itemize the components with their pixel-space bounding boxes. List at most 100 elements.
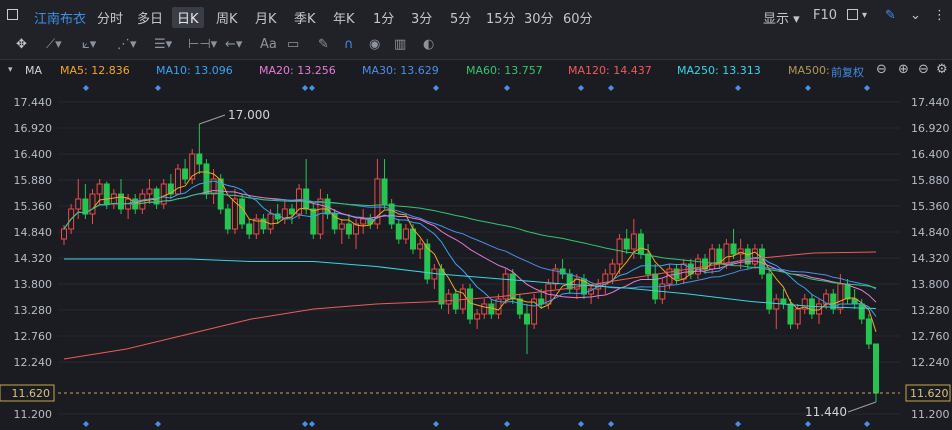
event-marker: [302, 85, 308, 91]
y-tick-right: 12.240: [911, 356, 950, 369]
candle-body: [780, 298, 787, 305]
candle-body: [787, 303, 794, 325]
pen-icon[interactable]: ✎: [885, 8, 896, 23]
candle-body: [174, 168, 181, 195]
candle-body: [723, 243, 730, 265]
magnet-icon[interactable]: ∩: [344, 37, 354, 52]
ma120-label: MA120: 14.437: [568, 64, 652, 77]
candle-body: [417, 243, 424, 250]
period-tab-weekly[interactable]: 周K: [216, 8, 238, 27]
ma10-label: MA10: 13.096: [156, 64, 233, 77]
y-tick-right: 16.920: [911, 122, 950, 135]
sidebar-toggle-icon[interactable]: [7, 9, 18, 20]
min-price-label: 11.440: [805, 405, 847, 419]
range-tool-icon[interactable]: ⊢⊣▾: [188, 37, 217, 52]
candle-body: [630, 233, 637, 250]
candle-body: [345, 223, 352, 235]
candle-body: [516, 298, 523, 315]
period-tab-1min[interactable]: 1分: [373, 8, 394, 27]
chevron-down-icon[interactable]: ⌄: [910, 8, 921, 23]
y-tick-left: 15.360: [14, 200, 53, 213]
period-tab-5min[interactable]: 5分: [450, 8, 471, 27]
candle-body: [566, 273, 573, 290]
candle-body: [402, 228, 409, 240]
ma60-label: MA60: 13.757: [466, 64, 543, 77]
chevron-down-icon[interactable]: ▾: [862, 10, 867, 21]
candle-body: [637, 233, 644, 255]
period-tab-multiday[interactable]: 多日: [137, 8, 163, 27]
layout-icon[interactable]: [847, 9, 858, 20]
period-tab-daily[interactable]: 日K: [172, 7, 204, 28]
fib-tool-icon[interactable]: ☰▾: [154, 37, 172, 52]
ma30-label: MA30: 13.629: [362, 64, 439, 77]
arrow-tool-icon[interactable]: ←▾: [225, 37, 242, 52]
event-marker: [155, 85, 161, 91]
indicator-label[interactable]: MA: [25, 64, 42, 77]
event-marker: [578, 85, 584, 91]
candle-body: [89, 193, 96, 215]
candle-body: [96, 183, 103, 195]
candle-body: [766, 273, 773, 310]
eye-icon[interactable]: ◉: [369, 37, 380, 52]
event-marker: [864, 85, 870, 91]
candle-body: [61, 228, 67, 240]
event-marker: [309, 421, 315, 427]
period-tab-intraday[interactable]: 分时: [97, 8, 123, 27]
ma20-label: MA20: 13.256: [259, 64, 336, 77]
settings-icon[interactable]: ⚙: [936, 62, 948, 77]
y-tick-right: 13.800: [911, 278, 950, 291]
candle-body: [303, 188, 310, 210]
f10-button[interactable]: F10: [813, 8, 837, 23]
y-tick-left: 12.240: [14, 356, 53, 369]
period-tab-yearly[interactable]: 年K: [333, 8, 355, 27]
candle-body: [410, 228, 417, 250]
adjust-button[interactable]: 前复权: [831, 64, 864, 80]
ma-line: [63, 192, 877, 289]
more-icon[interactable]: ⋮: [933, 8, 946, 23]
comment-tool-icon[interactable]: ▭: [287, 37, 299, 52]
collapse-indicator-icon[interactable]: ⊖: [876, 62, 887, 77]
candle-body: [360, 218, 367, 225]
event-marker: [735, 421, 741, 427]
candle-body: [623, 238, 630, 250]
toggle-icon[interactable]: ◐: [423, 37, 434, 52]
top-toolbar: 江南布衣 分时 多日 日K 周K 月K 季K 年K 1分 3分 5分 15分 3…: [0, 0, 952, 34]
candle-body: [381, 178, 388, 205]
crosshair-move-icon[interactable]: ✥: [16, 37, 27, 52]
eraser-icon[interactable]: ✎: [318, 37, 329, 52]
candle-body: [474, 313, 481, 320]
event-marker: [309, 85, 315, 91]
trash-icon[interactable]: ▥: [394, 37, 406, 52]
y-tick-left: 13.800: [14, 278, 53, 291]
event-marker: [504, 85, 510, 91]
line-tool-icon[interactable]: ⟋▾: [46, 37, 62, 52]
candle-body: [837, 283, 844, 310]
candle-body: [844, 283, 851, 300]
stock-name[interactable]: 江南布衣: [34, 8, 86, 27]
remove-indicator-icon[interactable]: ⊖: [918, 62, 929, 77]
ray-tool-icon[interactable]: ⟀▾: [82, 37, 96, 52]
kline-chart[interactable]: 17.440 17.440 16.920 16.920 16.400 16.400 15.8…: [0, 82, 952, 427]
collapse-icon[interactable]: ▾: [8, 65, 13, 75]
candle-body: [523, 313, 530, 325]
period-tab-60min[interactable]: 60分: [563, 8, 593, 27]
add-indicator-icon[interactable]: ⊕: [898, 62, 909, 77]
period-tab-monthly[interactable]: 月K: [255, 8, 277, 27]
candle-body: [865, 318, 872, 345]
period-tab-30min[interactable]: 30分: [524, 8, 554, 27]
period-tab-quarterly[interactable]: 季K: [294, 8, 316, 27]
candle-body: [203, 163, 210, 195]
wave-tool-icon[interactable]: ⋰▾: [117, 37, 137, 52]
period-tab-3min[interactable]: 3分: [411, 8, 432, 27]
event-marker: [433, 421, 439, 427]
candle-body: [395, 223, 402, 240]
text-tool-icon[interactable]: Aa: [260, 37, 277, 52]
candle-body: [338, 223, 345, 230]
period-tab-15min[interactable]: 15分: [486, 8, 516, 27]
y-tick-left: 16.920: [14, 122, 53, 135]
y-tick-right: 17.440: [911, 96, 950, 109]
candle-body: [117, 193, 124, 210]
candle-body: [502, 273, 509, 300]
display-menu-button[interactable]: 显示 ▾: [763, 8, 800, 27]
chart-svg[interactable]: 17.440 17.440 16.920 16.920 16.400 16.400 15.8…: [0, 82, 952, 427]
